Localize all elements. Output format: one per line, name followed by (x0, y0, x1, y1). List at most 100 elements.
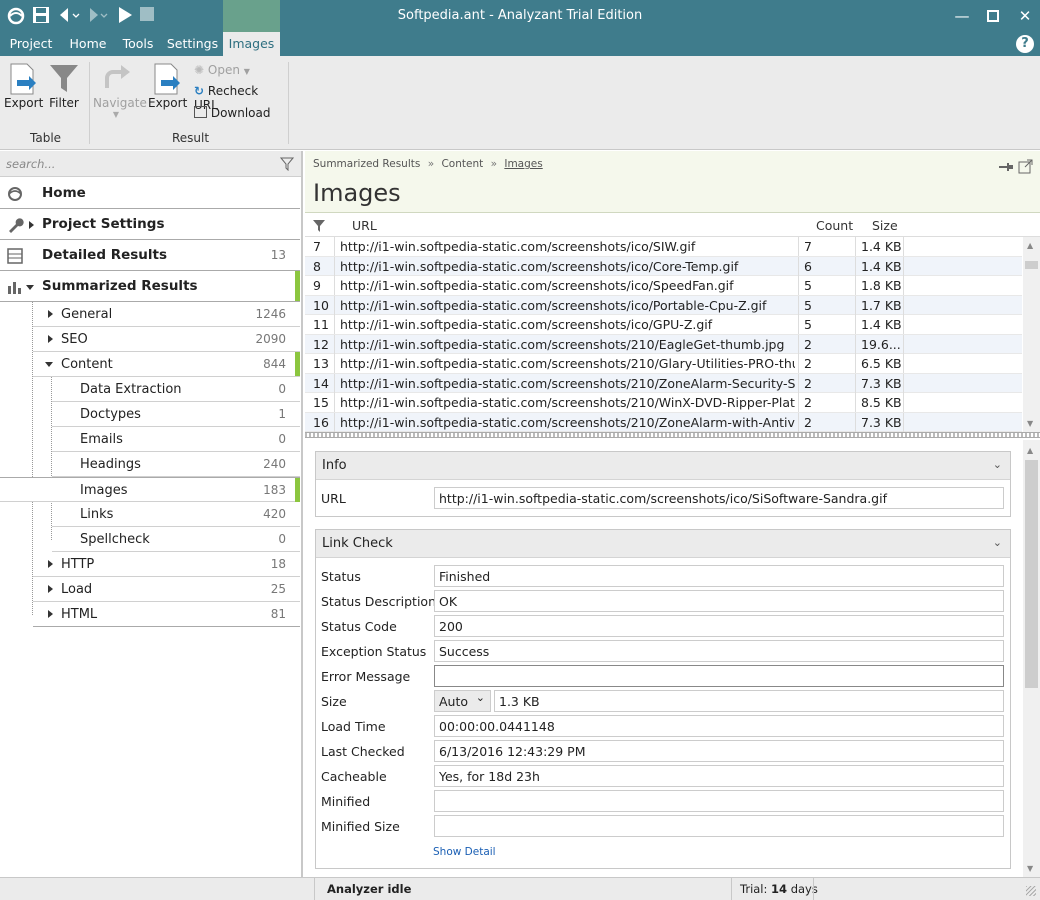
pane-splitter[interactable] (305, 432, 1040, 438)
status-field[interactable]: Finished (434, 565, 1004, 587)
close-button[interactable]: ✕ (1010, 4, 1040, 28)
filter-button[interactable]: Filter (48, 62, 80, 110)
content-header: Summarized Results » Content » Images Im… (305, 151, 1040, 213)
table-row[interactable]: 16 http://i1-win.softpedia-static.com/scr… (305, 412, 1022, 432)
table-row[interactable]: 9 http://i1-win.softpedia-static.com/scre… (305, 276, 1022, 296)
maximize-button[interactable] (978, 4, 1008, 28)
tree-item-http[interactable]: HTTP 18 (33, 552, 300, 577)
tree-item-html[interactable]: HTML 81 (33, 602, 300, 627)
expand-icon[interactable] (48, 335, 53, 343)
scroll-thumb[interactable] (1025, 460, 1038, 688)
tree-item-links[interactable]: Links 420 (52, 502, 300, 527)
url-field[interactable]: http://i1-win.softpedia-static.com/scree… (434, 487, 1004, 509)
expand-icon[interactable] (48, 585, 53, 593)
tree-item-headings[interactable]: Headings 240 (52, 452, 300, 477)
breadcrumb-item[interactable]: Images (504, 158, 542, 170)
expand-icon[interactable] (29, 221, 34, 229)
link-check-panel-header[interactable]: Link Check ⌄ (316, 530, 1010, 558)
scroll-up-icon[interactable]: ▲ (1027, 446, 1033, 455)
tree-item-count: 420 (263, 507, 286, 521)
help-icon[interactable]: ? (1016, 35, 1034, 53)
tree-item-data-extraction[interactable]: Data Extraction 0 (52, 377, 300, 402)
nav-summarized-results[interactable]: Summarized Results (0, 271, 300, 302)
expand-icon[interactable] (48, 560, 53, 568)
tab-tools[interactable]: Tools (114, 32, 162, 56)
chevron-down-icon[interactable]: ⌄ (993, 536, 1002, 549)
collapse-icon[interactable] (45, 362, 53, 367)
scroll-up-icon[interactable]: ▲ (1027, 241, 1033, 250)
table-row[interactable]: 10 http://i1-win.softpedia-static.com/scr… (305, 295, 1022, 315)
tree-item-general[interactable]: General 1246 (33, 302, 300, 327)
tab-home[interactable]: Home (62, 32, 114, 56)
minified-field[interactable] (434, 790, 1004, 812)
filter-icon[interactable] (312, 219, 326, 233)
table-row[interactable]: 12 http://i1-win.softpedia-static.com/scr… (305, 334, 1022, 354)
pin-icon[interactable] (998, 161, 1014, 173)
status-code-field[interactable]: 200 (434, 615, 1004, 637)
breadcrumb-item[interactable]: Summarized Results (313, 158, 420, 170)
error-message-field[interactable] (434, 665, 1004, 687)
nav-home[interactable]: Home (0, 178, 300, 209)
download-button[interactable]: Download (194, 106, 284, 120)
column-header-url[interactable]: URL (352, 218, 377, 233)
export-result-button[interactable]: Export (148, 62, 187, 110)
minified-size-field[interactable] (434, 815, 1004, 837)
scroll-down-icon[interactable]: ▼ (1027, 864, 1033, 873)
column-header-count[interactable]: Count (816, 218, 853, 233)
nav-project-settings[interactable]: Project Settings (0, 209, 300, 240)
tree-item-content[interactable]: Content 844 (33, 352, 300, 377)
back-icon[interactable] (56, 6, 80, 26)
load-time-field[interactable]: 00:00:00.0441148 (434, 715, 1004, 737)
export-table-button[interactable]: Export (4, 62, 43, 110)
open-button[interactable]: ✺ Open ▼ (194, 63, 264, 77)
popout-icon[interactable] (1018, 159, 1033, 174)
ribbon-separator (288, 62, 289, 144)
table-row[interactable]: 13 http://i1-win.softpedia-static.com/scr… (305, 354, 1022, 374)
filter-icon[interactable] (280, 157, 294, 171)
tab-images[interactable]: Images (223, 32, 280, 56)
breadcrumb-item[interactable]: Content (441, 158, 483, 170)
show-detail-link[interactable]: Show Detail (433, 846, 496, 858)
size-unit-select[interactable]: Auto ⌄ (434, 690, 491, 712)
info-panel-header[interactable]: Info ⌄ (316, 452, 1010, 480)
forward-icon[interactable] (86, 6, 108, 26)
cacheable-field[interactable]: Yes, for 18d 23h (434, 765, 1004, 787)
tab-settings[interactable]: Settings (162, 32, 223, 56)
chevron-down-icon[interactable]: ⌄ (993, 458, 1002, 471)
tab-project[interactable]: Project (0, 32, 62, 56)
expand-icon[interactable] (48, 610, 53, 618)
field-row: Load Time 00:00:00.0441148 (316, 714, 1010, 739)
table-scrollbar[interactable]: ▲ ▼ (1023, 237, 1040, 433)
tree-item-doctypes[interactable]: Doctypes 1 (52, 402, 300, 427)
tree-item-seo[interactable]: SEO 2090 (33, 327, 300, 352)
table-row[interactable]: 14 http://i1-win.softpedia-static.com/scr… (305, 373, 1022, 393)
size-cell: 19.6... (861, 336, 901, 352)
collapse-icon[interactable] (26, 285, 34, 290)
tree-item-images[interactable]: Images 183 (0, 477, 300, 502)
tree-item-load[interactable]: Load 25 (33, 577, 300, 602)
table-row[interactable]: 15 http://i1-win.softpedia-static.com/scr… (305, 393, 1022, 413)
table-row[interactable]: 11 http://i1-win.softpedia-static.com/scr… (305, 315, 1022, 335)
resize-grip[interactable] (1026, 886, 1036, 896)
table-row[interactable]: 8 http://i1-win.softpedia-static.com/scre… (305, 256, 1022, 276)
table-row[interactable]: 7 http://i1-win.softpedia-static.com/scre… (305, 237, 1022, 257)
last-checked-field[interactable]: 6/13/2016 12:43:29 PM (434, 740, 1004, 762)
scroll-down-icon[interactable]: ▼ (1027, 419, 1033, 428)
detail-scrollbar[interactable]: ▲ ▼ (1023, 440, 1040, 877)
expand-icon[interactable] (48, 310, 53, 318)
size-field[interactable]: 1.3 KB (494, 690, 1004, 712)
stop-icon[interactable] (139, 6, 159, 26)
minimize-button[interactable]: — (947, 4, 977, 28)
search-input[interactable]: search... (0, 151, 301, 177)
exception-status-field[interactable]: Success (434, 640, 1004, 662)
navigate-button[interactable]: Navigate ▼ (93, 62, 147, 119)
save-icon[interactable] (32, 6, 52, 26)
tree-item-spellcheck[interactable]: Spellcheck 0 (52, 527, 300, 552)
play-icon[interactable] (116, 6, 136, 26)
column-divider (334, 276, 335, 295)
scroll-thumb[interactable] (1025, 261, 1038, 269)
status-description-field[interactable]: OK (434, 590, 1004, 612)
tree-item-emails[interactable]: Emails 0 (52, 427, 300, 452)
column-header-size[interactable]: Size (872, 218, 898, 233)
nav-detailed-results[interactable]: Detailed Results 13 (0, 240, 300, 271)
